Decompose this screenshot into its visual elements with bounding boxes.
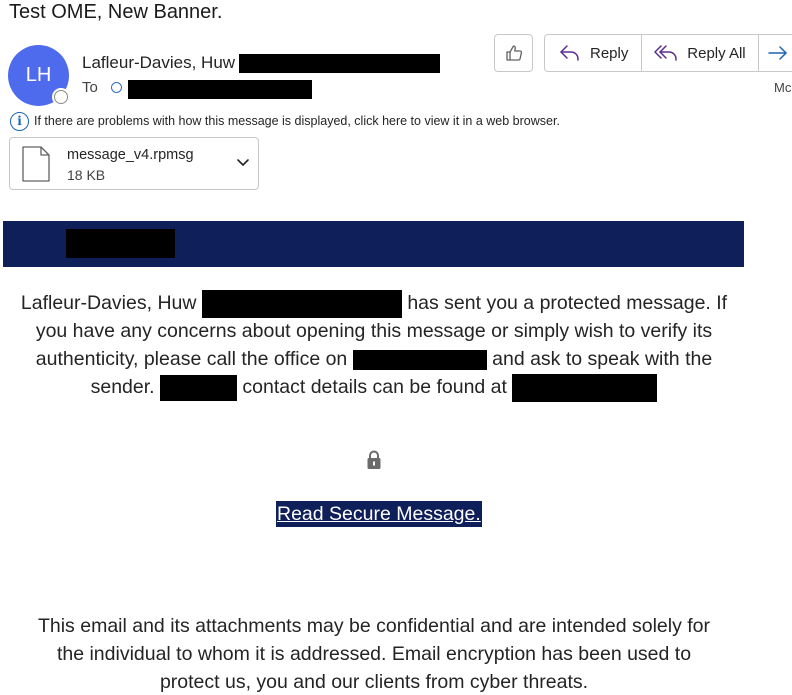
forward-button[interactable] xyxy=(759,35,792,71)
footer-line-3: protect us, you and our clients from cyb… xyxy=(159,671,589,693)
to-label: To xyxy=(82,79,98,96)
notice-line-4a-text: sender. xyxy=(90,376,155,398)
attachment-name: message_v4.rpmsg xyxy=(67,147,194,163)
message-subject: Test OME, New Banner. xyxy=(9,1,223,23)
reply-all-icon xyxy=(654,45,678,61)
info-icon: i xyxy=(10,111,29,131)
read-secure-message-link[interactable]: Read Secure Message. xyxy=(276,501,482,527)
lock-icon xyxy=(367,450,381,469)
notice-line-4: sender. contact details can be found at xyxy=(14,373,734,402)
reply-all-label: Reply All xyxy=(687,44,746,62)
notice-sender-name: Lafleur-Davies, Huw xyxy=(20,292,197,314)
redacted-website xyxy=(512,373,658,402)
thumbs-up-icon xyxy=(505,45,522,61)
redacted-recipient xyxy=(128,80,312,99)
reply-button[interactable]: Reply xyxy=(545,35,643,71)
reply-icon xyxy=(560,45,579,61)
notice-line-4b-text: contact details can be found at xyxy=(242,376,507,398)
more-actions-label[interactable]: Mc xyxy=(774,80,791,95)
protected-message-notice: Lafleur-Davies, Huw has sent you a prote… xyxy=(14,289,734,402)
avatar-initials: LH xyxy=(25,64,52,86)
reply-all-button[interactable]: Reply All xyxy=(642,35,760,71)
display-problem-infobar[interactable]: i If there are problems with how this me… xyxy=(10,111,560,131)
notice-line-3b-text: and ask to speak with the xyxy=(492,348,713,370)
footer-line-2: the individual to whom it is addressed. … xyxy=(56,643,692,665)
like-button[interactable] xyxy=(494,34,533,72)
redacted-organisation xyxy=(160,374,237,401)
confidentiality-footer: This email and its attachments may be co… xyxy=(14,612,734,695)
notice-line-1: Lafleur-Davies, Huw has sent you a prote… xyxy=(14,289,734,318)
sender-name[interactable]: Lafleur-Davies, Huw xyxy=(82,53,235,73)
footer-line-1: This email and its attachments may be co… xyxy=(37,615,711,637)
redacted-phone-number xyxy=(352,349,487,370)
redacted-sender-contact xyxy=(201,289,402,318)
redacted-sender-email xyxy=(239,54,440,73)
file-icon xyxy=(22,146,50,182)
chevron-down-icon[interactable] xyxy=(236,158,250,168)
notice-line-1-text: has sent you a protected message. If xyxy=(407,292,728,314)
attachment-card[interactable]: message_v4.rpmsg 18 KB xyxy=(9,137,259,190)
attachment-size: 18 KB xyxy=(67,167,106,183)
message-actions-toolbar: Reply Reply All xyxy=(544,34,792,72)
redacted-banner-logo xyxy=(66,229,175,258)
infobar-text[interactable]: If there are problems with how this mess… xyxy=(34,114,560,128)
notice-line-3: authenticity, please call the office on … xyxy=(14,345,734,373)
reply-label: Reply xyxy=(590,44,629,62)
notice-line-2: you have any concerns about opening this… xyxy=(35,320,713,342)
presence-status-icon xyxy=(52,88,70,106)
notice-line-3a-text: authenticity, please call the office on xyxy=(35,348,348,370)
recipient-presence-icon xyxy=(111,82,122,93)
forward-arrow-icon xyxy=(768,46,788,60)
